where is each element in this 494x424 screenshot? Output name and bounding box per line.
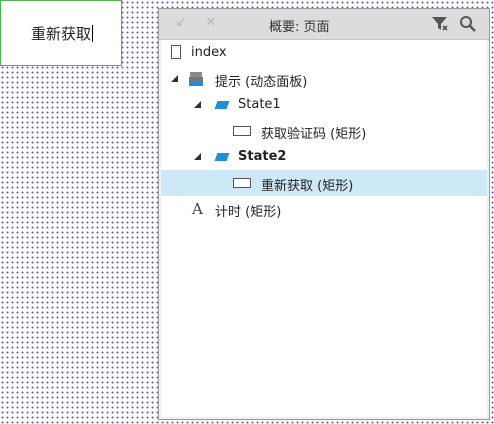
text-caret [92,25,94,42]
state-icon [214,153,230,161]
expand-triangle-icon[interactable] [194,153,201,160]
close-icon[interactable]: ✕ [203,15,219,31]
tree-row-label: 计时 (矩形) [215,205,282,220]
rectangle-icon [233,126,251,136]
search-icon[interactable] [459,15,477,33]
state-icon [214,101,230,109]
tree-row-retry-rect[interactable]: 重新获取 (矩形) [161,170,487,196]
expand-triangle-icon[interactable] [194,101,201,108]
outline-panel: ↙ ✕ 概要: 页面 index 提示 (动态面板) State1 获取验证码 … [158,8,490,420]
tree-row-timer[interactable]: A 计时 (矩形) [161,196,487,222]
panel-title: 概要: 页面 [269,20,330,35]
dynamic-panel-icon [189,72,203,86]
tree-row-dynamic-panel[interactable]: 提示 (动态面板) [161,66,487,92]
tree-row-state1[interactable]: State1 [161,92,487,118]
outline-tree: index 提示 (动态面板) State1 获取验证码 (矩形) State2… [161,40,487,417]
arrow-back-icon[interactable]: ↙ [173,15,189,31]
widget-text[interactable]: 重新获取 [31,23,94,44]
text-icon: A [192,200,203,218]
tree-row-label: 获取验证码 (矩形) [261,127,367,142]
tree-row-label: State2 [238,149,287,164]
tree-row-get-code-rect[interactable]: 获取验证码 (矩形) [161,118,487,144]
tree-row-label: index [191,45,227,60]
canvas-widget-rectangle[interactable]: 重新获取 [0,0,122,66]
panel-header: ↙ ✕ 概要: 页面 [159,9,489,40]
filter-icon[interactable] [431,15,449,33]
page-icon [171,45,181,59]
tree-row-state2[interactable]: State2 [161,144,487,170]
rectangle-icon [233,178,251,188]
tree-row-index[interactable]: index [161,40,487,66]
tree-row-label: 提示 (动态面板) [215,75,308,90]
tree-row-label: State1 [238,97,281,112]
tree-row-label: 重新获取 (矩形) [261,179,354,194]
expand-triangle-icon[interactable] [171,75,178,82]
